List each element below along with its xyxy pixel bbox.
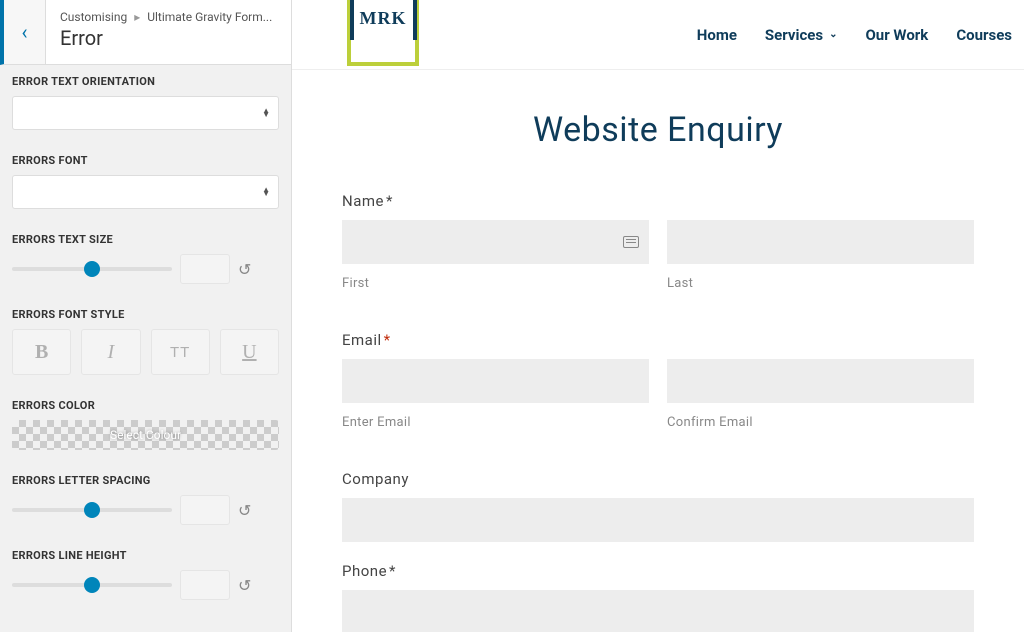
required-marker: * <box>384 331 391 349</box>
control-text-size: ERRORS TEXT SIZE ↺ <box>12 233 279 284</box>
uppercase-button[interactable]: TT <box>151 329 210 375</box>
logo-text: MRK <box>350 0 417 40</box>
style-buttons: B I TT U <box>12 329 279 375</box>
nav-our-work[interactable]: Our Work <box>865 26 928 44</box>
italic-button[interactable]: I <box>81 329 140 375</box>
name-label: Name* <box>342 192 974 210</box>
main-nav: Home Services⌄ Our Work Courses <box>697 26 1012 44</box>
reset-icon[interactable]: ↺ <box>238 501 251 520</box>
company-label: Company <box>342 470 974 488</box>
slider-knob-icon[interactable] <box>84 502 100 518</box>
phone-field: Phone* <box>342 562 974 632</box>
required-marker: * <box>389 562 396 580</box>
line-slider-row: ↺ <box>12 570 279 600</box>
underline-icon: U <box>242 341 256 364</box>
line-label: ERRORS LINE HEIGHT <box>12 549 279 562</box>
letter-label: ERRORS LETTER SPACING <box>12 474 279 487</box>
bold-icon: B <box>35 341 48 364</box>
phone-input[interactable] <box>342 590 974 632</box>
slider-knob-icon[interactable] <box>84 261 100 277</box>
color-picker-label: Select Colour <box>110 428 181 442</box>
breadcrumb-area: Customising ▸ Ultimate Gravity Form... E… <box>46 0 291 64</box>
required-marker: * <box>386 192 393 210</box>
panel-title: Error <box>60 26 277 50</box>
first-name-input[interactable] <box>342 220 649 264</box>
bold-button[interactable]: B <box>12 329 71 375</box>
back-button[interactable]: ‹ <box>4 0 46 64</box>
site-logo[interactable]: MRK <box>347 0 419 66</box>
email-input[interactable] <box>342 359 649 403</box>
color-label: ERRORS COLOR <box>12 399 279 412</box>
enter-email-sublabel: Enter Email <box>342 415 649 430</box>
reset-icon[interactable]: ↺ <box>238 576 251 595</box>
line-slider[interactable] <box>12 583 172 587</box>
color-picker-button[interactable]: Select Colour <box>12 420 279 450</box>
underline-button[interactable]: U <box>220 329 279 375</box>
nav-courses[interactable]: Courses <box>956 26 1012 44</box>
form-container: Website Enquiry Name* First Last Email* … <box>292 70 1024 632</box>
company-field: Company <box>342 470 974 542</box>
uppercase-icon: TT <box>170 344 190 361</box>
form-title: Website Enquiry <box>342 110 974 150</box>
select-caret-icon <box>262 109 270 117</box>
italic-icon: I <box>108 341 115 364</box>
chevron-left-icon: ‹ <box>21 20 27 44</box>
letter-slider[interactable] <box>12 508 172 512</box>
style-label: ERRORS FONT STYLE <box>12 308 279 321</box>
control-orientation: ERROR TEXT ORIENTATION <box>12 75 279 130</box>
email-label: Email* <box>342 331 974 349</box>
contact-card-icon <box>623 236 639 248</box>
control-font-style: ERRORS FONT STYLE B I TT U <box>12 308 279 375</box>
orientation-select[interactable] <box>12 96 279 130</box>
chevron-down-icon: ⌄ <box>829 29 837 40</box>
last-sublabel: Last <box>667 276 974 291</box>
sidebar-header: ‹ Customising ▸ Ultimate Gravity Form...… <box>0 0 291 65</box>
site-header: MRK Home Services⌄ Our Work Courses <box>292 0 1024 70</box>
site-preview: MRK Home Services⌄ Our Work Courses Webs… <box>292 0 1024 632</box>
size-slider-row: ↺ <box>12 254 279 284</box>
line-input[interactable] <box>180 570 230 600</box>
last-name-input[interactable] <box>667 220 974 264</box>
name-field: Name* First Last <box>342 192 974 311</box>
breadcrumb: Customising ▸ Ultimate Gravity Form... <box>60 10 277 24</box>
reset-icon[interactable]: ↺ <box>238 260 251 279</box>
size-input[interactable] <box>180 254 230 284</box>
breadcrumb-root[interactable]: Customising <box>60 10 127 24</box>
letter-input[interactable] <box>180 495 230 525</box>
customizer-sidebar: ‹ Customising ▸ Ultimate Gravity Form...… <box>0 0 292 632</box>
email-field: Email* Enter Email Confirm Email <box>342 331 974 450</box>
size-label: ERRORS TEXT SIZE <box>12 233 279 246</box>
company-input[interactable] <box>342 498 974 542</box>
font-label: ERRORS FONT <box>12 154 279 167</box>
control-letter-spacing: ERRORS LETTER SPACING ↺ <box>12 474 279 525</box>
select-caret-icon <box>262 188 270 196</box>
control-line-height: ERRORS LINE HEIGHT ↺ <box>12 549 279 600</box>
size-slider[interactable] <box>12 267 172 271</box>
breadcrumb-section[interactable]: Ultimate Gravity Form... <box>147 10 272 24</box>
letter-slider-row: ↺ <box>12 495 279 525</box>
chevron-right-icon: ▸ <box>134 10 140 24</box>
orientation-label: ERROR TEXT ORIENTATION <box>12 75 279 88</box>
confirm-email-sublabel: Confirm Email <box>667 415 974 430</box>
nav-home[interactable]: Home <box>697 26 737 44</box>
control-font: ERRORS FONT <box>12 154 279 209</box>
sidebar-body: ERROR TEXT ORIENTATION ERRORS FONT ERROR… <box>0 65 291 632</box>
control-color: ERRORS COLOR Select Colour <box>12 399 279 450</box>
nav-services[interactable]: Services⌄ <box>765 26 838 44</box>
slider-knob-icon[interactable] <box>84 577 100 593</box>
first-sublabel: First <box>342 276 649 291</box>
confirm-email-input[interactable] <box>667 359 974 403</box>
font-select[interactable] <box>12 175 279 209</box>
phone-label: Phone* <box>342 562 974 580</box>
